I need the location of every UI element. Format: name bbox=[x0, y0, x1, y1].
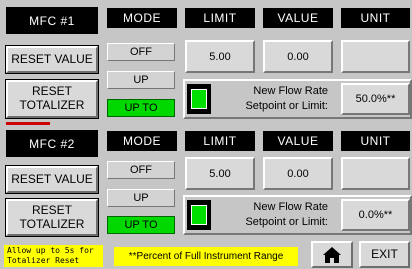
mfc2-setpoint-label-line1: New Flow Rate bbox=[253, 201, 328, 213]
mfc2-status-indicator-light bbox=[191, 205, 207, 225]
home-icon bbox=[323, 246, 341, 263]
mfc2-unit-field[interactable] bbox=[341, 157, 410, 190]
mfc2-reset-totalizer-button[interactable]: RESET TOTALIZER bbox=[5, 198, 99, 237]
mfc2-setpoint-field[interactable]: 0.0%** bbox=[341, 199, 410, 231]
exit-button[interactable]: EXIT bbox=[359, 241, 410, 268]
totalizer-reset-note: Allow up to 5s for Totalizer Reset bbox=[4, 245, 103, 267]
home-button[interactable] bbox=[311, 241, 353, 268]
mfc1-value-field[interactable]: 0.00 bbox=[263, 40, 333, 73]
mfc1-setpoint-field[interactable]: 50.0%** bbox=[341, 83, 410, 115]
mfc1-unit-field[interactable] bbox=[341, 40, 410, 73]
mfc1-reset-totalizer-line2: TOTALIZER bbox=[19, 98, 85, 112]
mfc2-reset-totalizer-line1: RESET bbox=[31, 202, 72, 217]
mfc2-mode-up-button[interactable]: UP bbox=[107, 189, 175, 207]
mfc1-reset-totalizer-button[interactable]: RESET TOTALIZER bbox=[5, 79, 99, 119]
mfc1-setpoint-label-line1: New Flow Rate bbox=[253, 85, 328, 97]
header-limit: LIMIT bbox=[185, 8, 255, 28]
mfc2-setpoint-label-line2: Setpoint or Limit: bbox=[245, 215, 328, 228]
header-mode: MODE bbox=[107, 8, 177, 28]
mfc1-status-indicator-light bbox=[191, 89, 207, 109]
mfc1-title: MFC #1 bbox=[6, 7, 98, 34]
mfc2-limit-field[interactable]: 5.00 bbox=[185, 157, 255, 190]
percent-range-note: **Percent of Full Instrument Range bbox=[114, 247, 298, 266]
mfc2-title: MFC #2 bbox=[6, 130, 98, 157]
mfc1-mode-up-to-button[interactable]: UP TO bbox=[107, 99, 175, 117]
mfc2-mode-off-button[interactable]: OFF bbox=[107, 161, 175, 179]
mfc2-status-indicator bbox=[187, 200, 211, 230]
mfc2-value-field[interactable]: 0.00 bbox=[263, 157, 333, 190]
mfc1-mode-up-button[interactable]: UP bbox=[107, 71, 175, 89]
mfc1-reset-totalizer-line1: RESET bbox=[31, 84, 72, 99]
header-limit-2: LIMIT bbox=[185, 131, 255, 151]
mfc2-mode-up-to-button[interactable]: UP TO bbox=[107, 216, 175, 234]
header-mode-2: MODE bbox=[107, 131, 177, 151]
mfc2-reset-totalizer-line2: TOTALIZER bbox=[19, 216, 85, 231]
mfc1-limit-field[interactable]: 5.00 bbox=[185, 40, 255, 73]
header-value: VALUE bbox=[263, 8, 333, 28]
totalizer-reset-note-line2: Totalizer Reset bbox=[7, 256, 80, 265]
totalizer-reset-note-line1: Allow up to 5s for bbox=[7, 246, 94, 255]
header-value-2: VALUE bbox=[263, 131, 333, 151]
header-unit-2: UNIT bbox=[341, 131, 410, 151]
mfc1-status-indicator bbox=[187, 84, 211, 114]
mfc1-setpoint-label: New Flow Rate Setpoint or Limit: bbox=[214, 84, 328, 114]
mfc1-setpoint-label-line2: Setpoint or Limit: bbox=[245, 99, 328, 112]
mfc1-reset-value-button[interactable]: RESET VALUE bbox=[5, 45, 99, 74]
mfc1-reset-indicator-line bbox=[6, 122, 50, 125]
mfc1-mode-off-button[interactable]: OFF bbox=[107, 43, 175, 61]
mfc2-reset-value-button[interactable]: RESET VALUE bbox=[5, 165, 99, 194]
header-unit: UNIT bbox=[341, 8, 410, 28]
mfc2-setpoint-label: New Flow Rate Setpoint or Limit: bbox=[214, 200, 328, 230]
